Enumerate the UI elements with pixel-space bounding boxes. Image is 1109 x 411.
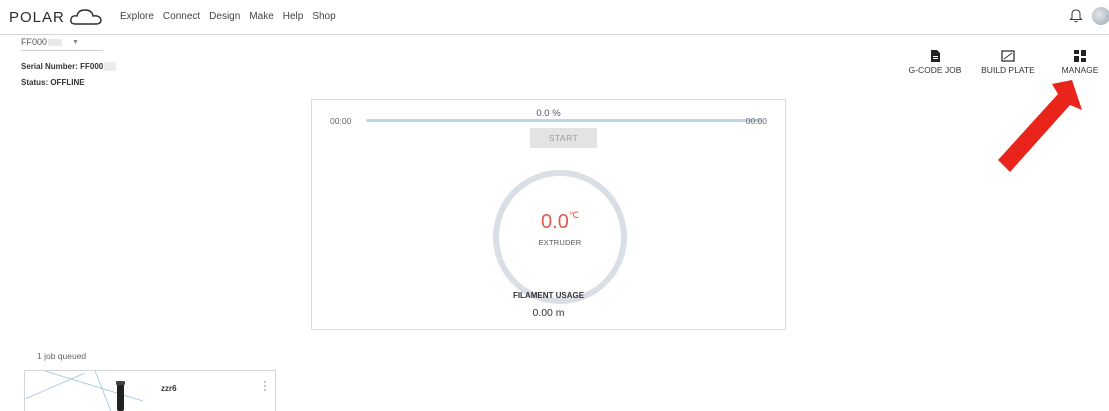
red-arrow-annotation <box>998 80 1082 172</box>
nav-shop[interactable]: Shop <box>312 11 335 22</box>
job-name: zzr6 <box>161 384 177 393</box>
printer-status: Status: OFFLINE <box>21 78 85 87</box>
progress-bar <box>366 119 762 122</box>
caret-down-icon: ▼ <box>72 38 79 46</box>
top-navigation-bar: POLAR Explore Connect Design Make Help S… <box>0 0 1109 35</box>
queued-job-card[interactable]: zzr6 · · · <box>24 370 276 411</box>
extruder-gauge <box>493 170 627 304</box>
temperature-value: 0.0 <box>541 211 569 233</box>
avatar[interactable] <box>1092 7 1109 25</box>
cloud-icon <box>70 9 102 25</box>
extruder-label: EXTRUDER <box>538 238 582 247</box>
build-plate-icon <box>1001 50 1015 62</box>
redacted-block <box>48 38 63 46</box>
brand-name: POLAR <box>9 8 65 26</box>
serial-number: Serial Number: FF000 <box>21 62 117 71</box>
start-button[interactable]: START <box>530 128 597 148</box>
polar-logo[interactable]: POLAR <box>9 7 103 27</box>
remaining-time: 00:00 <box>745 116 767 126</box>
more-vertical-icon[interactable]: · · · <box>262 377 268 396</box>
print-status-card: 0.0 % 00:00 00:00 START 0.0℃ EXTRUDER FI… <box>311 99 786 330</box>
elapsed-time: 00:00 <box>330 116 352 126</box>
job-thumbnail <box>25 371 143 411</box>
gcode-job-label: G-CODE JOB <box>908 65 962 75</box>
filament-usage-label: FILAMENT USAGE <box>512 291 585 300</box>
filament-usage-value: 0.00 m <box>532 307 565 319</box>
nav-make[interactable]: Make <box>249 11 273 22</box>
extruder-temperature: 0.0℃ <box>490 210 630 234</box>
bell-icon[interactable] <box>1069 7 1083 23</box>
file-icon <box>931 50 940 62</box>
nav-help[interactable]: Help <box>283 11 304 22</box>
grid-icon <box>1074 50 1086 62</box>
queue-summary: 1 job queued <box>37 351 87 361</box>
temperature-unit: ℃ <box>568 210 579 220</box>
nav-explore[interactable]: Explore <box>120 11 154 22</box>
gcode-job-button[interactable]: G-CODE JOB <box>900 50 970 75</box>
printer-selector[interactable]: FF000 ▼ <box>21 37 79 47</box>
nav-design[interactable]: Design <box>209 11 240 22</box>
serial-number-text: Serial Number: FF000 <box>21 62 104 71</box>
progress-percent: 0.0 % <box>536 108 561 119</box>
nav-connect[interactable]: Connect <box>163 11 200 22</box>
redacted-block <box>104 62 117 71</box>
main-nav: Explore Connect Design Make Help Shop <box>120 11 345 22</box>
selector-underline <box>21 50 103 51</box>
printer-selected-name: FF000 <box>21 37 48 47</box>
